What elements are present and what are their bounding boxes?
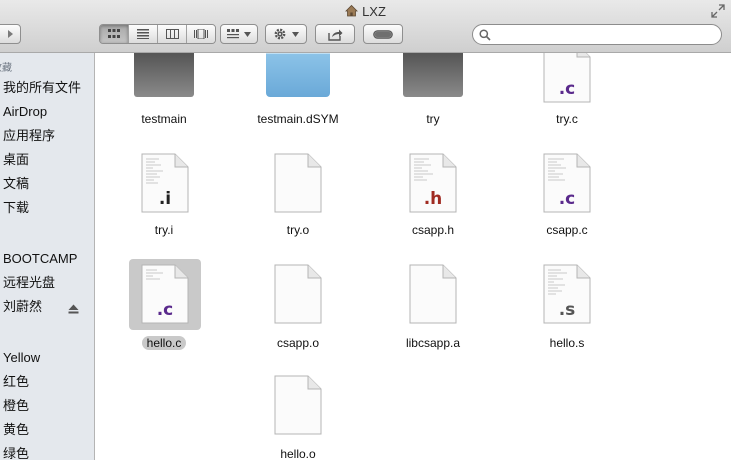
file-item[interactable]: csapp.h	[373, 221, 493, 239]
share-button[interactable]	[315, 24, 355, 44]
eject-icon[interactable]	[68, 301, 79, 319]
window-title-bar: LXZ	[0, 3, 731, 21]
arrange-icon	[227, 29, 239, 39]
file-name: hello.s	[549, 336, 585, 350]
object-file-icon[interactable]	[274, 153, 322, 213]
file-item[interactable]: csapp.o	[238, 334, 358, 352]
file-ext-label: .c	[558, 189, 576, 209]
sidebar: 收藏 我的所有文件 AirDrop 应用程序 桌面 文稿 下载 BOOTCAMP…	[0, 53, 95, 460]
sidebar-item-user-device[interactable]: 刘蔚然	[3, 298, 42, 316]
icon-view-icon	[108, 29, 120, 38]
file-name: csapp.h	[411, 223, 455, 237]
file-item[interactable]: testmain	[104, 110, 224, 128]
file-name: testmain.dSYM	[257, 112, 339, 126]
tag-toggle-button[interactable]	[363, 24, 403, 44]
file-item[interactable]: testmain.dSYM	[238, 110, 358, 128]
file-ext-label: .s	[558, 300, 576, 320]
fullscreen-icon[interactable]	[711, 4, 725, 23]
gear-icon	[274, 28, 286, 40]
archive-file-icon[interactable]	[409, 264, 457, 324]
folder-icon[interactable]	[266, 53, 330, 97]
view-mode-segmented	[99, 24, 216, 44]
chevron-down-icon	[244, 31, 251, 37]
file-name: try	[426, 112, 440, 126]
list-view-icon	[137, 29, 149, 39]
chevron-down-icon	[292, 31, 299, 37]
sidebar-header-favorites: 收藏	[0, 63, 12, 74]
sidebar-item-tag-green[interactable]: 绿色	[3, 445, 29, 460]
object-file-icon[interactable]	[274, 264, 322, 324]
file-item[interactable]: hello.s	[507, 334, 627, 352]
column-view-icon	[165, 29, 179, 39]
sidebar-item-tag-yellow[interactable]: Yellow	[3, 349, 40, 367]
file-name: try.c	[556, 112, 578, 126]
file-item[interactable]: try	[373, 110, 493, 128]
toolbar: LXZ	[0, 0, 731, 53]
file-grid: testmain testmain.dSYM try .c try.c .i t…	[96, 53, 731, 460]
sidebar-item-tag-orange[interactable]: 橙色	[3, 397, 29, 415]
share-icon	[328, 29, 343, 41]
file-item[interactable]: try.c	[507, 110, 627, 128]
file-ext-label: .h	[423, 189, 443, 209]
sidebar-item-bootcamp[interactable]: BOOTCAMP	[3, 250, 77, 268]
file-name: try.o	[286, 223, 310, 237]
sidebar-item-airdrop[interactable]: AirDrop	[3, 103, 47, 121]
home-folder-icon	[345, 4, 359, 22]
arrange-button[interactable]	[220, 24, 258, 44]
file-item-selected[interactable]: hello.c	[104, 334, 224, 352]
folder-icon[interactable]	[134, 53, 194, 97]
file-item[interactable]: libcsapp.a	[373, 334, 493, 352]
file-item[interactable]: hello.o	[238, 445, 358, 460]
file-item[interactable]: try.o	[238, 221, 358, 239]
sidebar-item-desktop[interactable]: 桌面	[3, 151, 29, 169]
sidebar-item-tag-yellow-cn[interactable]: 黄色	[3, 421, 29, 439]
file-name: csapp.c	[546, 223, 588, 237]
icon-view-button[interactable]	[100, 25, 129, 43]
sidebar-item-downloads[interactable]: 下载	[3, 199, 29, 217]
file-name: hello.o	[280, 447, 316, 460]
file-name: csapp.o	[276, 336, 320, 350]
sidebar-item-all-my-files[interactable]: 我的所有文件	[3, 79, 81, 97]
file-name: libcsapp.a	[405, 336, 461, 350]
file-name: hello.c	[141, 336, 187, 350]
file-name: testmain	[141, 112, 187, 126]
file-ext-label: .c	[558, 79, 576, 99]
file-item[interactable]: csapp.c	[507, 221, 627, 239]
tag-toggle-icon	[373, 29, 393, 39]
coverflow-view-button[interactable]	[187, 25, 215, 43]
sidebar-item-tag-red[interactable]: 红色	[3, 373, 29, 391]
sidebar-item-documents[interactable]: 文稿	[3, 175, 29, 193]
folder-icon[interactable]	[403, 53, 463, 97]
search-field[interactable]	[472, 24, 722, 45]
search-input[interactable]	[495, 26, 721, 43]
sidebar-item-remote-disc[interactable]: 远程光盘	[3, 274, 55, 292]
file-item[interactable]: try.i	[104, 221, 224, 239]
file-name: try.i	[154, 223, 174, 237]
sidebar-item-applications[interactable]: 应用程序	[3, 127, 55, 145]
file-ext-label: .c	[156, 300, 174, 320]
back-button[interactable]	[0, 24, 21, 44]
search-icon	[479, 28, 491, 41]
list-view-button[interactable]	[129, 25, 158, 43]
window-title: LXZ	[362, 4, 386, 19]
action-button[interactable]	[265, 24, 307, 44]
file-ext-label: .i	[158, 189, 172, 209]
coverflow-view-icon	[194, 29, 208, 39]
object-file-icon[interactable]	[274, 375, 322, 435]
column-view-button[interactable]	[158, 25, 187, 43]
